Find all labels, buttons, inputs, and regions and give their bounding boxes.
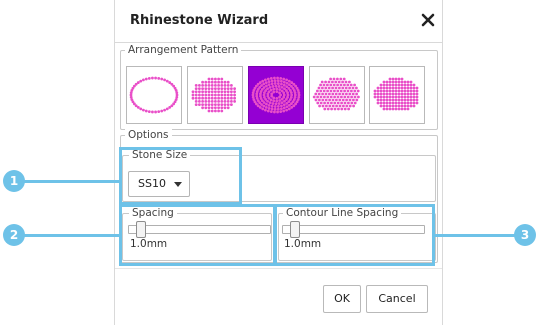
- pattern-concentric-contour-fill[interactable]: [248, 66, 304, 124]
- callout-highlight-spacing: [119, 204, 276, 266]
- callout-badge-1: 1: [3, 170, 25, 192]
- button-divider: [115, 268, 442, 269]
- callout-badge-2: 2: [3, 224, 25, 246]
- callout-badge-3: 3: [514, 224, 536, 246]
- cancel-button[interactable]: Cancel: [366, 285, 428, 313]
- options-legend: Options: [125, 128, 172, 142]
- callout-line-3: [432, 234, 518, 237]
- pattern-grid-fill-icon: [373, 77, 419, 111]
- arrangement-pattern-legend: Arrangement Pattern: [125, 43, 242, 57]
- callout-highlight-stone-size: [119, 147, 242, 205]
- dialog-title: Rhinestone Wizard: [130, 13, 269, 28]
- pattern-diagonal-fill[interactable]: [309, 66, 365, 124]
- pattern-horizontal-rows-fill[interactable]: [187, 66, 243, 124]
- ok-button[interactable]: OK: [323, 285, 361, 313]
- callout-line-1: [22, 180, 120, 183]
- pattern-concentric-contour-fill-icon: [251, 76, 301, 114]
- pattern-outline-ellipse[interactable]: [126, 66, 182, 124]
- pattern-outline-ellipse-icon: [129, 76, 179, 114]
- callout-highlight-contour-line-spacing: [274, 204, 435, 266]
- pattern-grid-fill[interactable]: [369, 66, 425, 124]
- callout-line-2: [22, 234, 120, 237]
- pattern-diagonal-fill-icon: [312, 77, 360, 111]
- dialog-title-bar: Rhinestone Wizard: [115, 0, 442, 43]
- close-icon[interactable]: [420, 12, 436, 28]
- pattern-horizontal-rows-fill-icon: [191, 77, 236, 113]
